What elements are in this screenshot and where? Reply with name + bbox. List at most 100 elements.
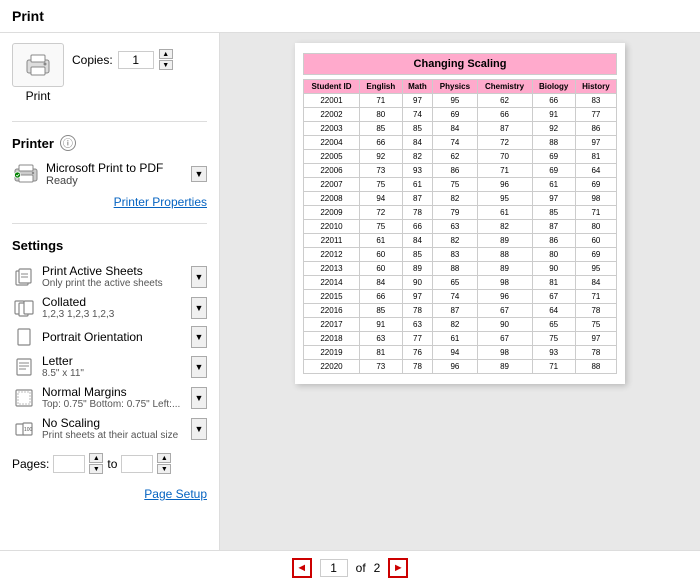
setting-text-3: Letter 8.5" x 11" [42,354,185,379]
table-cell: 22013 [304,262,360,276]
table-row: 22016857887676478 [304,304,617,318]
pages-from-input[interactable] [53,455,85,473]
printer-section-title: Printer [12,136,54,151]
total-pages: 2 [374,561,381,575]
bottom-bar: ◄ of 2 ► [0,550,700,584]
table-cell: 93 [402,164,433,178]
table-cell: 80 [575,220,616,234]
setting-dropdown-btn-5[interactable]: ▼ [191,418,207,440]
table-cell: 22003 [304,122,360,136]
table-cell: 96 [433,360,477,374]
printer-dropdown-btn[interactable]: ▼ [191,166,207,182]
setting-main-2: Portrait Orientation [42,330,185,344]
pages-to-up-btn[interactable]: ▲ [157,453,171,463]
table-cell: 95 [575,262,616,276]
table-cell: 88 [575,360,616,374]
table-cell: 92 [532,122,575,136]
preview-th: Chemistry [477,80,532,94]
table-cell: 63 [433,220,477,234]
print-button[interactable] [12,43,64,87]
pages-to-down-btn[interactable]: ▼ [157,464,171,474]
table-cell: 88 [532,136,575,150]
page-setup-link[interactable]: Page Setup [12,487,207,501]
pages-from-down-btn[interactable]: ▼ [89,464,103,474]
table-cell: 85 [359,304,402,318]
printer-row: Microsoft Print to PDF Ready ▼ [12,161,207,187]
table-cell: 87 [402,192,433,206]
table-cell: 85 [402,122,433,136]
setting-dropdown-btn-2[interactable]: ▼ [191,326,207,348]
setting-text-2: Portrait Orientation [42,330,185,344]
setting-dropdown-btn-1[interactable]: ▼ [191,297,207,319]
table-cell: 70 [477,150,532,164]
table-cell: 22002 [304,108,360,122]
collate-icon [12,297,36,319]
table-cell: 22001 [304,94,360,108]
printer-name-area: Microsoft Print to PDF Ready [46,161,185,187]
printer-info-icon[interactable]: ⓘ [60,135,76,151]
table-cell: 75 [575,318,616,332]
table-row: 22020737896897188 [304,360,617,374]
table-cell: 69 [532,164,575,178]
table-cell: 64 [532,304,575,318]
table-cell: 82 [402,150,433,164]
table-cell: 22018 [304,332,360,346]
table-cell: 71 [532,360,575,374]
pages-from-up-btn[interactable]: ▲ [89,453,103,463]
table-cell: 97 [402,290,433,304]
table-cell: 86 [532,234,575,248]
table-cell: 67 [532,290,575,304]
table-cell: 97 [575,332,616,346]
table-cell: 77 [402,332,433,346]
table-row: 22012608583888069 [304,248,617,262]
copies-up-btn[interactable]: ▲ [159,49,173,59]
pages-to-input[interactable] [121,455,153,473]
table-cell: 75 [359,178,402,192]
table-row: 22001719795626683 [304,94,617,108]
table-cell: 78 [402,360,433,374]
table-cell: 71 [575,206,616,220]
svg-text:100: 100 [24,427,33,433]
table-cell: 75 [433,178,477,192]
table-cell: 72 [359,206,402,220]
table-cell: 78 [575,304,616,318]
current-page-input[interactable] [320,559,348,577]
copies-down-btn[interactable]: ▼ [159,60,173,70]
table-cell: 81 [532,276,575,290]
table-cell: 66 [402,220,433,234]
table-cell: 87 [532,220,575,234]
setting-dropdown-btn-4[interactable]: ▼ [191,387,207,409]
next-page-btn[interactable]: ► [388,558,408,578]
printer-properties-link[interactable]: Printer Properties [12,195,207,209]
printer-device-icon [12,162,40,186]
table-cell: 79 [433,206,477,220]
setting-sub-3: 8.5" x 11" [42,368,185,379]
table-cell: 96 [477,290,532,304]
table-row: 22009727879618571 [304,206,617,220]
printer-name: Microsoft Print to PDF [46,161,185,175]
table-row: 22005928262706981 [304,150,617,164]
table-cell: 97 [402,94,433,108]
table-cell: 66 [477,108,532,122]
table-cell: 66 [532,94,575,108]
table-row: 22007756175966169 [304,178,617,192]
setting-text-1: Collated 1,2,3 1,2,3 1,2,3 [42,295,185,320]
page-of-label: of [356,561,366,575]
table-cell: 69 [532,150,575,164]
table-cell: 88 [433,262,477,276]
copies-input[interactable] [118,51,154,69]
preview-table: Student IDEnglishMathPhysicsChemistryBio… [303,79,617,374]
prev-page-btn[interactable]: ◄ [292,558,312,578]
table-cell: 22020 [304,360,360,374]
setting-main-3: Letter [42,354,185,368]
setting-dropdown-btn-0[interactable]: ▼ [191,266,207,288]
table-row: 22003858584879286 [304,122,617,136]
table-row: 22014849065988184 [304,276,617,290]
preview-th: Biology [532,80,575,94]
setting-dropdown-btn-3[interactable]: ▼ [191,356,207,378]
table-cell: 69 [433,108,477,122]
table-cell: 60 [359,248,402,262]
table-cell: 82 [433,318,477,332]
divider-1 [12,121,207,122]
left-panel: Print Copies: ▲ ▼ Printer ⓘ [0,33,220,550]
